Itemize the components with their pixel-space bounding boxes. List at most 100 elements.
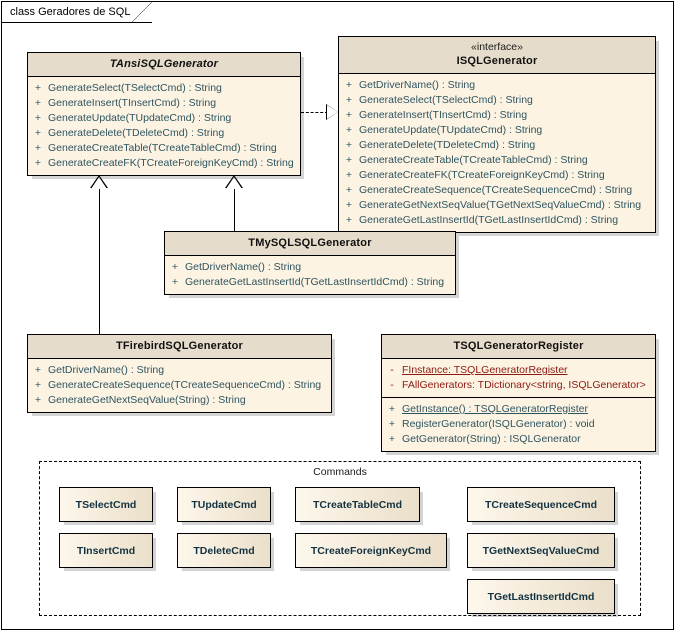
class-box-tinsertcmd[interactable]: TInsertCmd [59,533,153,568]
class-box-tupdatecmd[interactable]: TUpdateCmd [177,487,271,522]
operation-signature: GenerateUpdate(TUpdateCmd) : String [359,124,543,136]
operation-signature: GetDriverName() : String [48,364,165,376]
operation-signature: GenerateCreateFK(TCreateForeignKeyCmd) :… [48,157,294,169]
operation-signature: GenerateSelect(TSelectCmd) : String [359,94,533,106]
visibility-marker: + [34,394,42,406]
visibility-marker: + [345,169,353,181]
operation-row: + GenerateGetLastInsertId(TGetLastInsert… [165,275,455,290]
operation-row: + GenerateCreateFK(TCreateForeignKeyCmd)… [339,168,655,183]
class-title-tfirebirdsqlgenerator: TFirebirdSQLGenerator [115,340,244,352]
visibility-marker: + [345,139,353,151]
visibility-marker: - [390,364,394,376]
visibility-marker: + [34,142,42,154]
class-title-tsqlgeneratorregister: TSQLGeneratorRegister [453,340,584,352]
operation-signature: GenerateDelete(TDeleteCmd) : String [48,127,225,139]
class-box-tselectcmd[interactable]: TSelectCmd [59,487,153,522]
diagram-frame-tab-underline [2,22,143,23]
class-header-tmysqlsqlgenerator: TMySQLSQLGenerator [165,232,455,256]
visibility-marker: + [388,433,396,445]
operation-row: + GenerateGetLastInsertId(TGetLastInsert… [339,213,655,228]
class-header-tansisqlgenerator: TAnsiSQLGenerator [28,53,300,77]
class-title-tdeletecmd: TDeleteCmd [193,544,255,557]
class-title-tcreatetablecmd: TCreateTableCmd [312,498,403,511]
class-box-tcreatesequencecmd[interactable]: TCreateSequenceCmd [467,487,615,522]
operation-signature: GetGenerator(String) : ISQLGenerator [402,433,581,445]
class-title-tinsertcmd: TInsertCmd [76,544,136,557]
operation-row: + GenerateCreateFK(TCreateForeignKeyCmd)… [28,156,300,171]
class-box-tansisqlgenerator[interactable]: TAnsiSQLGenerator + GenerateSelect(TSele… [27,52,301,176]
class-title-tgetnextseqvaluecmd: TGetNextSeqValueCmd [482,544,600,557]
class-box-isqlgenerator[interactable]: «interface» ISQLGenerator + GetDriverNam… [338,36,656,233]
operations-section-tmysqlsqlgenerator: + GetDriverName() : String + GenerateGet… [165,256,455,294]
visibility-marker: + [34,112,42,124]
generalization-line-mysql-to-ansi [234,188,235,232]
visibility-marker: + [345,109,353,121]
class-box-tmysqlsqlgenerator[interactable]: TMySQLSQLGenerator + GetDriverName() : S… [164,231,456,295]
commands-package-label: Commands [313,466,367,478]
operation-signature: GenerateGetNextSeqValue(String) : String [48,394,246,406]
commands-package: Commands TSelectCmd TUpdateCmd TCreateTa… [39,461,641,616]
operations-section-tansisqlgenerator: + GenerateSelect(TSelectCmd) : String + … [28,77,300,175]
visibility-marker: + [34,127,42,139]
class-title-tgetlastinsertidcmd: TGetLastInsertIdCmd [487,590,595,603]
operation-signature: GetDriverName() : String [185,261,302,273]
operation-row: + GenerateCreateSequence(TCreateSequence… [28,378,331,393]
visibility-marker: + [34,82,42,94]
operation-signature: GenerateInsert(TInsertCmd) : String [48,97,217,109]
class-title-tcreatesequencecmd: TCreateSequenceCmd [484,498,598,511]
operation-signature: GenerateSelect(TSelectCmd) : String [48,82,222,94]
operation-row: + GetGenerator(String) : ISQLGenerator [382,432,655,447]
operation-signature: GenerateUpdate(TUpdateCmd) : String [48,112,232,124]
class-box-tgetlastinsertidcmd[interactable]: TGetLastInsertIdCmd [467,579,615,614]
class-title-tcreateforeignkeycmd: TCreateForeignKeyCmd [310,544,432,557]
class-box-tcreateforeignkeycmd[interactable]: TCreateForeignKeyCmd [295,533,447,568]
visibility-marker: + [345,184,353,196]
operation-signature: GenerateGetLastInsertId(TGetLastInsertId… [185,276,445,288]
operation-signature: GetDriverName() : String [359,79,476,91]
operation-signature: GenerateCreateSequence(TCreateSequenceCm… [48,379,322,391]
generalization-line-firebird-to-ansi [99,188,100,335]
visibility-marker: + [345,124,353,136]
class-header-tfirebirdsqlgenerator: TFirebirdSQLGenerator [28,335,331,359]
operation-signature: GetInstance() : TSQLGeneratorRegister [402,403,588,415]
class-box-tdeletecmd[interactable]: TDeleteCmd [177,533,271,568]
class-title-tselectcmd: TSelectCmd [75,498,137,511]
class-box-tcreatetablecmd[interactable]: TCreateTableCmd [295,487,420,522]
operations-section-tsqlgeneratorregister: + GetInstance() : TSQLGeneratorRegister … [382,397,655,451]
class-header-isqlgenerator: «interface» ISQLGenerator [339,37,655,74]
visibility-marker: + [345,79,353,91]
operation-row: + GetInstance() : TSQLGeneratorRegister [382,402,655,417]
operation-row: + GetDriverName() : String [28,363,331,378]
class-box-tgetnextseqvaluecmd[interactable]: TGetNextSeqValueCmd [467,533,615,568]
operation-row: + GenerateDelete(TDeleteCmd) : String [339,138,655,153]
operation-row: + GenerateSelect(TSelectCmd) : String [339,93,655,108]
visibility-marker: + [388,403,396,415]
operation-row: + RegisterGenerator(ISQLGenerator) : voi… [382,417,655,432]
realization-arrowhead [327,105,338,119]
class-header-tsqlgeneratorregister: TSQLGeneratorRegister [382,335,655,359]
operation-row: + GenerateInsert(TInsertCmd) : String [28,96,300,111]
operation-row: + GetDriverName() : String [165,260,455,275]
operation-row: + GenerateInsert(TInsertCmd) : String [339,108,655,123]
operation-signature: GenerateInsert(TInsertCmd) : String [359,109,528,121]
attributes-section-tsqlgeneratorregister: - FInstance: TSQLGeneratorRegister - FAl… [382,359,655,397]
operation-row: + GenerateCreateTable(TCreateTableCmd) :… [339,153,655,168]
class-title-tmysqlsqlgenerator: TMySQLSQLGenerator [248,237,372,249]
visibility-marker: + [171,261,179,273]
attribute-signature: FInstance: TSQLGeneratorRegister [402,364,568,376]
operation-row: + GenerateUpdate(TUpdateCmd) : String [28,111,300,126]
operation-row: + GetDriverName() : String [339,78,655,93]
class-box-tsqlgeneratorregister[interactable]: TSQLGeneratorRegister - FInstance: TSQLG… [381,334,656,452]
attribute-signature: FAllGenerators: TDictionary<string, ISQL… [402,379,646,391]
visibility-marker: + [388,418,396,430]
visibility-marker: + [34,157,42,169]
visibility-marker: + [345,214,353,226]
class-title-isqlgenerator: ISQLGenerator [456,55,538,67]
class-stereotype-isqlgenerator: «interface» [471,41,523,53]
class-title-tupdatecmd: TUpdateCmd [191,498,257,511]
operation-signature: GenerateCreateSequence(TCreateSequenceCm… [359,184,633,196]
operation-row: + GenerateUpdate(TUpdateCmd) : String [339,123,655,138]
class-box-tfirebirdsqlgenerator[interactable]: TFirebirdSQLGenerator + GetDriverName() … [27,334,332,413]
diagram-frame-tab: class Geradores de SQL [2,2,153,23]
visibility-marker: - [390,379,394,391]
